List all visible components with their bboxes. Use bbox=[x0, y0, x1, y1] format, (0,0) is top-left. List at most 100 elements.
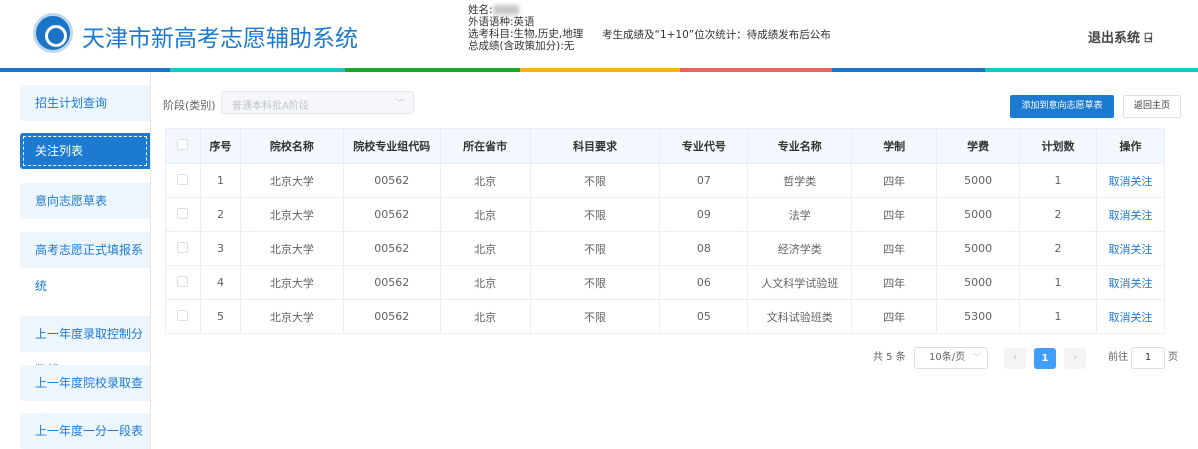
table-cell: 5 bbox=[199, 299, 241, 334]
prev-page-button[interactable]: ‹ bbox=[1004, 348, 1026, 369]
sidebar-item-formal-system[interactable]: 高考志愿正式填报系统 bbox=[20, 232, 150, 293]
exit-icon: ⍈ bbox=[1144, 31, 1153, 46]
table-cell: 哲学类 bbox=[747, 163, 853, 198]
score-stats: 考生成绩及“1+10”位次统计：待成绩发布后公布 bbox=[602, 29, 831, 41]
table-cell: 00562 bbox=[342, 163, 441, 198]
sidebar-item-score-table[interactable]: 上一年度一分一段表 bbox=[20, 413, 150, 449]
table-row: 4 北京大学 00562 北京 不限 06 人文科学试验班 四年 5000 1 取消关注 bbox=[165, 265, 1166, 300]
unfollow-link[interactable]: 取消关注 bbox=[1108, 277, 1152, 290]
table-cell: 5000 bbox=[936, 231, 1021, 266]
table-cell: 北京 bbox=[439, 163, 531, 198]
table-cell: 不限 bbox=[529, 231, 661, 266]
table-cell: 05 bbox=[659, 299, 749, 334]
table-cell: 不限 bbox=[529, 299, 661, 334]
table-cell: 3 bbox=[199, 231, 241, 266]
col-header: 院校专业组代码 bbox=[342, 128, 441, 164]
total-count: 共 5 条 bbox=[873, 352, 906, 363]
stage-label: 阶段(类别) bbox=[163, 99, 216, 112]
row-checkbox[interactable] bbox=[177, 207, 189, 219]
goto-label: 前往 bbox=[1108, 352, 1128, 363]
table-cell: 不限 bbox=[529, 197, 661, 232]
table-cell: 北京大学 bbox=[239, 231, 344, 266]
table-cell: 00562 bbox=[342, 265, 441, 300]
table-cell: 00562 bbox=[342, 197, 441, 232]
col-header: 学制 bbox=[851, 128, 938, 164]
unfollow-link[interactable]: 取消关注 bbox=[1108, 175, 1152, 188]
table-header: 序号 院校名称 院校专业组代码 所在省市 科目要求 专业代号 专业名称 学制 学… bbox=[165, 128, 1166, 164]
col-header: 院校名称 bbox=[239, 128, 344, 164]
page-1-button[interactable]: 1 bbox=[1034, 348, 1056, 369]
table-cell: 北京大学 bbox=[239, 299, 344, 334]
table-cell: 法学 bbox=[747, 197, 853, 232]
color-bar bbox=[0, 68, 1198, 72]
table-cell: 北京大学 bbox=[239, 265, 344, 300]
table-cell: 不限 bbox=[529, 265, 661, 300]
table-cell: 人文科学试验班 bbox=[747, 265, 853, 300]
page-size-select[interactable]: 10条/页 ﹀ bbox=[914, 347, 988, 369]
name-label: 姓名: bbox=[468, 4, 493, 16]
row-checkbox[interactable] bbox=[177, 241, 189, 253]
unfollow-link[interactable]: 取消关注 bbox=[1108, 243, 1152, 256]
col-header: 计划数 bbox=[1019, 128, 1097, 164]
sidebar-item-admission-query[interactable]: 上一年度院校录取查询 bbox=[20, 365, 150, 426]
row-checkbox[interactable] bbox=[177, 275, 189, 287]
sidebar-item-watch-list[interactable]: 关注列表 bbox=[20, 133, 150, 169]
page-suffix: 页 bbox=[1168, 352, 1178, 363]
blurred-name bbox=[492, 5, 519, 15]
chevron-down-icon: ﹀ bbox=[973, 353, 981, 362]
sidebar-item-draft[interactable]: 意向志愿草表 bbox=[20, 183, 150, 219]
col-header: 所在省市 bbox=[439, 128, 531, 164]
sidebar-item-plan-query[interactable]: 招生计划查询 bbox=[20, 85, 150, 121]
table-row: 3 北京大学 00562 北京 不限 08 经济学类 四年 5000 2 取消关注 bbox=[165, 231, 1166, 266]
page-size-value: 10条/页 bbox=[929, 352, 966, 363]
col-header: 专业代号 bbox=[659, 128, 749, 164]
table-cell: 四年 bbox=[851, 299, 938, 334]
stage-placeholder: 普通本科批A阶段 bbox=[232, 101, 309, 112]
table-cell: 2 bbox=[1019, 197, 1097, 232]
goto-page-input[interactable]: 1 bbox=[1131, 347, 1165, 369]
table-cell: 1 bbox=[199, 163, 241, 198]
logout-label: 退出系统 bbox=[1088, 31, 1141, 46]
table-cell: 1 bbox=[1019, 163, 1097, 198]
table-cell: 5000 bbox=[936, 265, 1021, 300]
unfollow-link[interactable]: 取消关注 bbox=[1108, 311, 1152, 324]
stage-select[interactable]: 普通本科批A阶段 ﹀ bbox=[221, 91, 414, 114]
table-cell: 5000 bbox=[936, 163, 1021, 198]
select-all-checkbox[interactable] bbox=[177, 139, 189, 150]
subjects: 选考科目:生物,历史,地理 bbox=[468, 28, 584, 40]
back-home-button[interactable]: 返回主页 bbox=[1123, 95, 1181, 118]
add-to-draft-button[interactable]: 添加到意向志愿草表 bbox=[1010, 95, 1114, 118]
table-cell: 经济学类 bbox=[747, 231, 853, 266]
language: 外语语种:英语 bbox=[468, 16, 535, 28]
next-page-button[interactable]: › bbox=[1064, 348, 1086, 369]
table-row: 5 北京大学 00562 北京 不限 05 文科试验班类 四年 5300 1 取消关注 bbox=[165, 299, 1166, 334]
table-cell: 00562 bbox=[342, 231, 441, 266]
col-header: 操作 bbox=[1095, 128, 1166, 164]
table-row: 2 北京大学 00562 北京 不限 09 法学 四年 5000 2 取消关注 bbox=[165, 197, 1166, 232]
table-cell: 00562 bbox=[342, 299, 441, 334]
col-header: 学费 bbox=[936, 128, 1021, 164]
row-checkbox[interactable] bbox=[177, 309, 189, 321]
app-title: 天津市新高考志愿辅助系统 bbox=[82, 26, 358, 52]
chevron-down-icon: ﹀ bbox=[394, 99, 404, 109]
table-cell: 四年 bbox=[851, 231, 938, 266]
table-cell: 1 bbox=[1019, 265, 1097, 300]
col-header: 序号 bbox=[199, 128, 241, 164]
logout-button[interactable]: 退出系统 ⍈ bbox=[1088, 27, 1152, 46]
student-info: 姓名: 外语语种:英语 选考科目:生物,历史,地理 总成绩(含政策加分):无 bbox=[468, 4, 583, 52]
sidebar: 招生计划查询 关注列表 意向志愿草表 高考志愿正式填报系统 上一年度录取控制分数… bbox=[0, 72, 151, 449]
table-cell: 4 bbox=[199, 265, 241, 300]
table-cell: 北京大学 bbox=[239, 197, 344, 232]
sidebar-item-control-line[interactable]: 上一年度录取控制分数线 bbox=[20, 316, 150, 377]
table-cell: 07 bbox=[659, 163, 749, 198]
table-cell: 06 bbox=[659, 265, 749, 300]
table-cell: 2 bbox=[1019, 231, 1097, 266]
table-cell: 四年 bbox=[851, 197, 938, 232]
row-checkbox[interactable] bbox=[177, 173, 189, 185]
unfollow-link[interactable]: 取消关注 bbox=[1108, 209, 1152, 222]
table-cell: 2 bbox=[199, 197, 241, 232]
table-row: 1 北京大学 00562 北京 不限 07 哲学类 四年 5000 1 取消关注 bbox=[165, 163, 1166, 198]
col-header: 科目要求 bbox=[529, 128, 661, 164]
table-cell: 北京 bbox=[439, 265, 531, 300]
table-cell: 四年 bbox=[851, 265, 938, 300]
